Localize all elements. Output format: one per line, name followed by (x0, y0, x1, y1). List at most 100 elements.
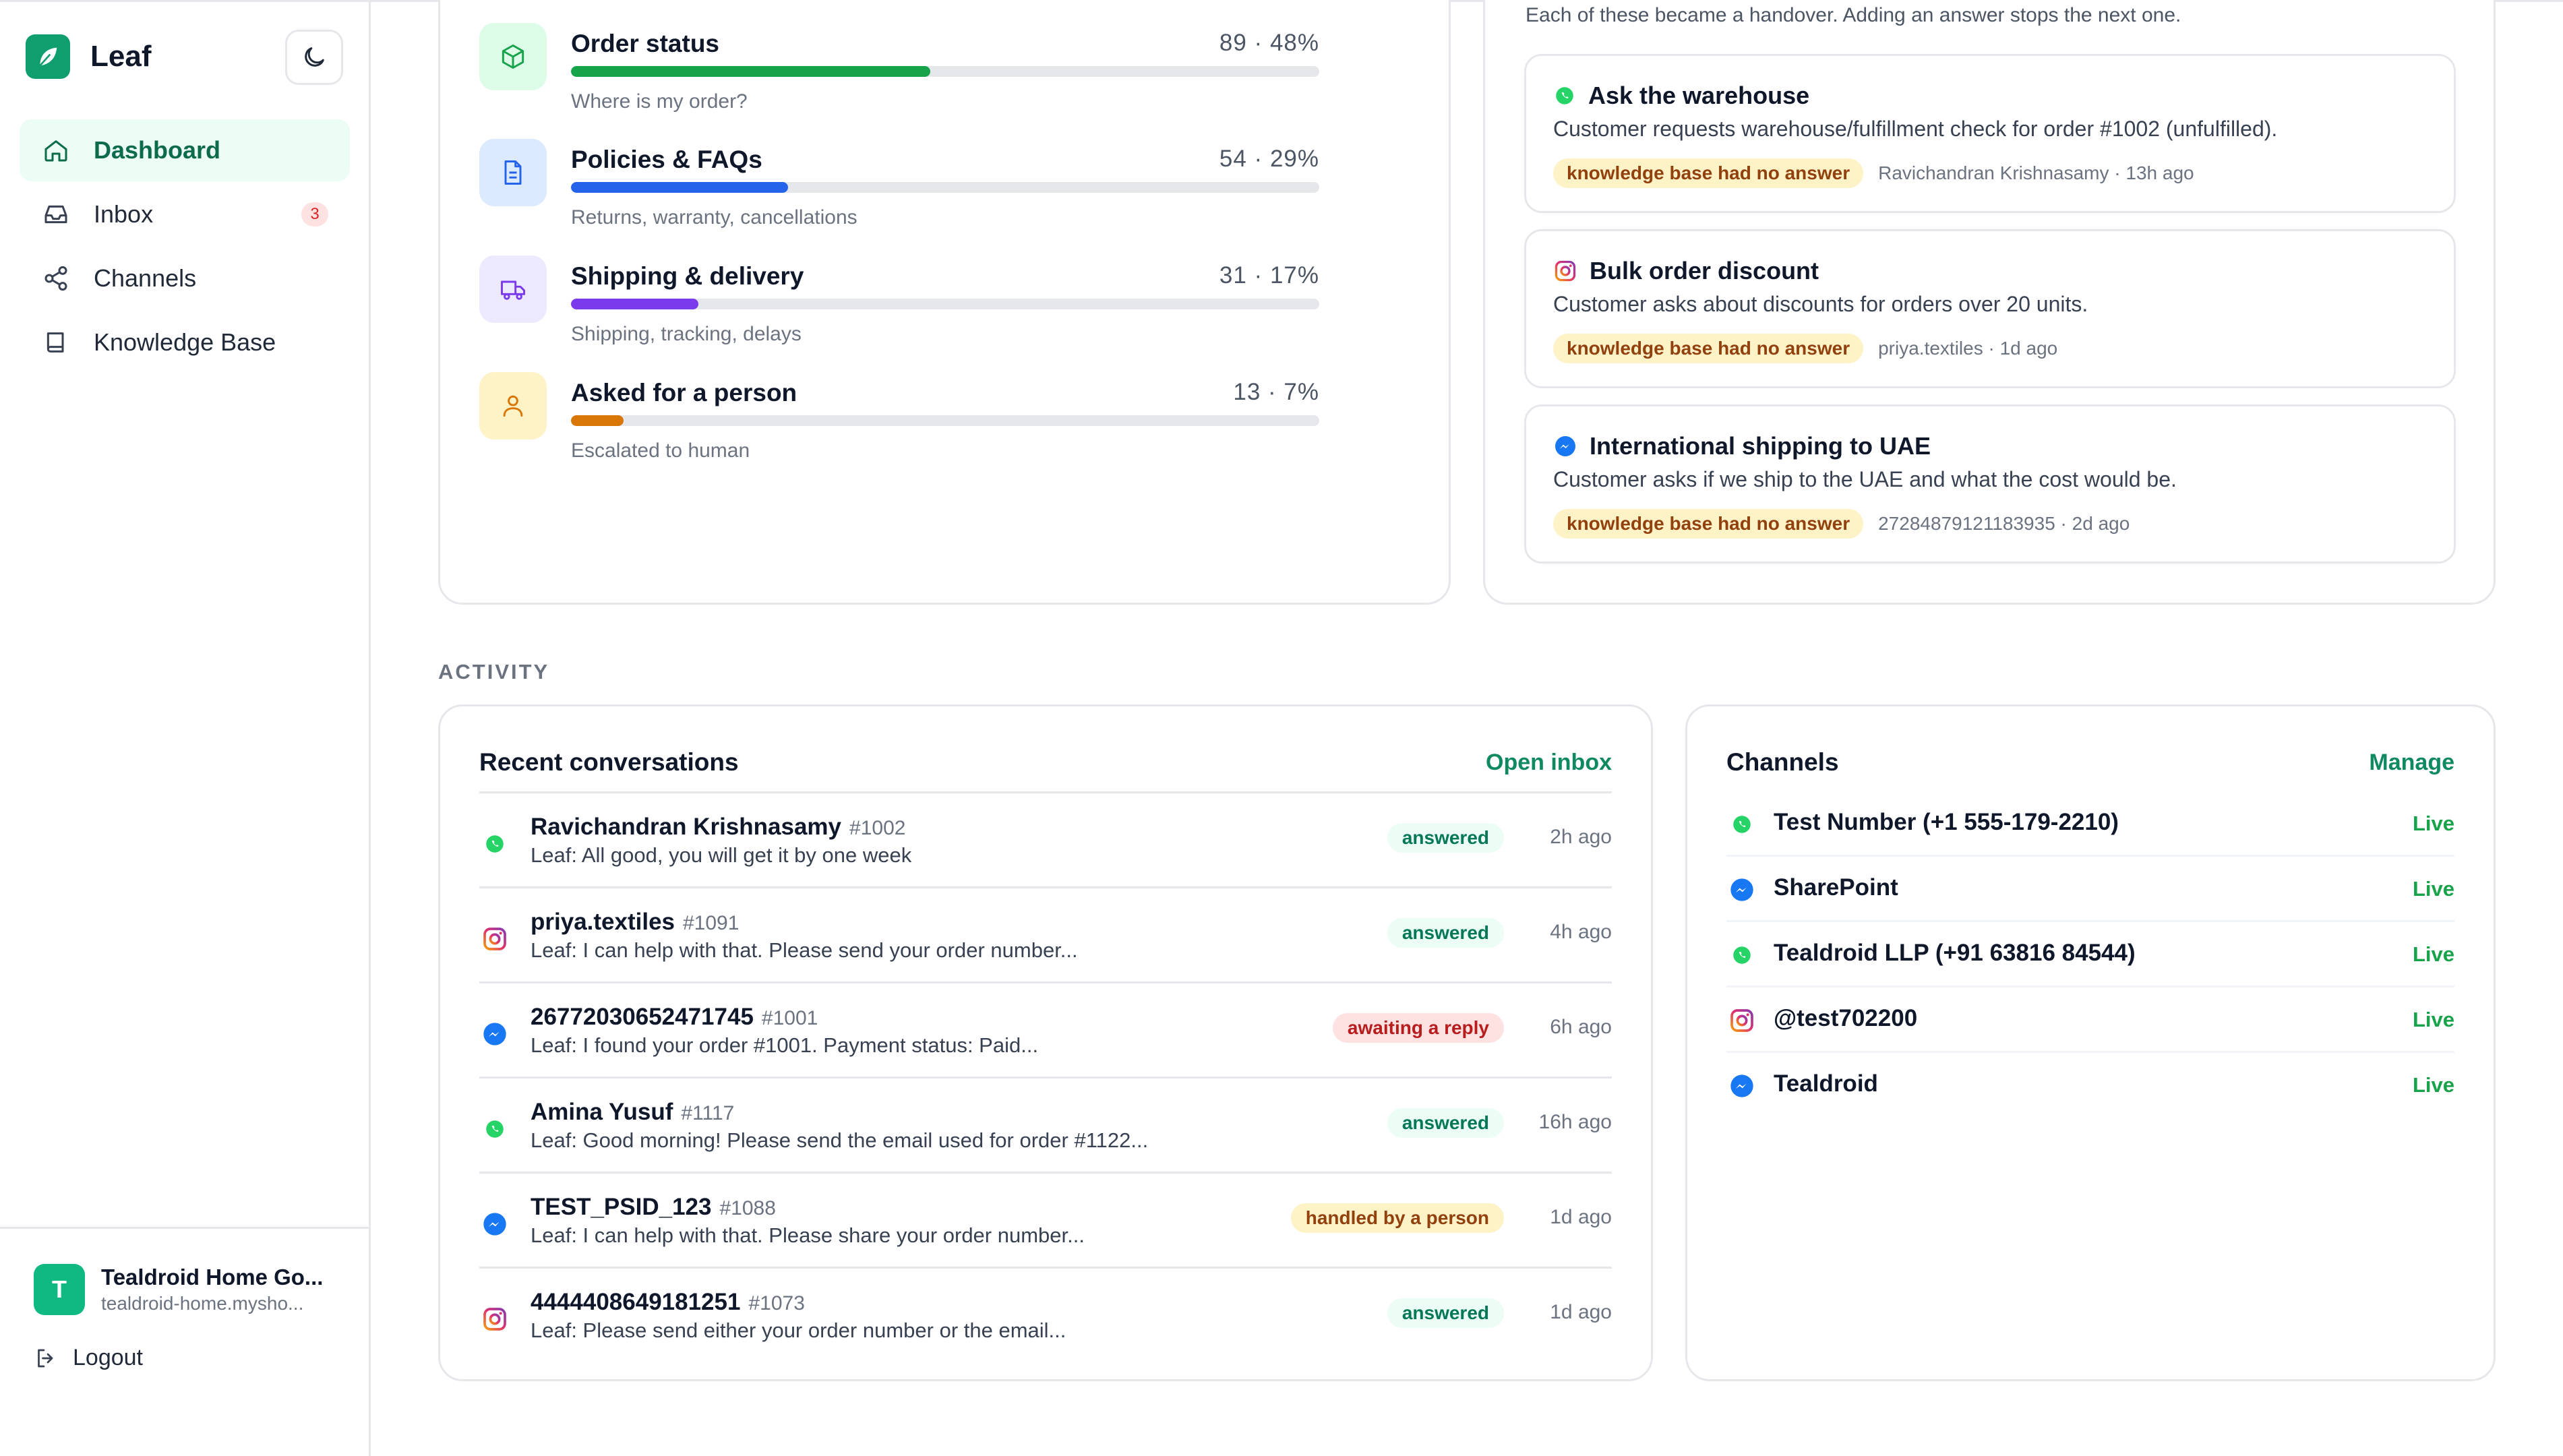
sidebar-nav: Dashboard Inbox 3 Channels Knowledge Bas… (20, 119, 350, 375)
conversation-row[interactable]: priya.textiles #1091 Leaf: I can help with… (479, 886, 1612, 981)
moon-icon (305, 47, 324, 67)
whatsapp-icon (1726, 809, 1757, 840)
conversation-time: 1d ago (1550, 1301, 1612, 1323)
channel-row[interactable]: @test702200 Live (1726, 988, 2454, 1053)
conversation-customer: 4444408649181251 #1073 (531, 1289, 805, 1316)
recent-conversations-card: Recent conversations Open inbox Ravichan… (438, 704, 1653, 1381)
status-badge: answered (1387, 1108, 1504, 1138)
card-title: Recent conversations (479, 748, 739, 776)
conversation-preview: Leaf: I found your order #1001. Payment … (531, 1033, 1039, 1057)
conversation-customer: Amina Yusuf #1117 (531, 1099, 734, 1126)
conversation-time: 6h ago (1550, 1016, 1612, 1038)
share-icon (41, 264, 71, 293)
channel-name: Tealdroid (1774, 1070, 1878, 1097)
card-title: Channels (1726, 748, 1839, 776)
book-icon (41, 328, 71, 357)
conversation-row[interactable]: Amina Yusuf #1117 Leaf: Good morning! Plea… (479, 1076, 1612, 1172)
topics-card: Order status 89 · 48% Where is my order?… (438, 0, 1451, 605)
channel-name: @test702200 (1774, 1005, 1918, 1031)
conversation-list: Ravichandran Krishnasamy #1002 Leaf: All g… (479, 791, 1612, 1362)
brand[interactable]: Leaf (26, 34, 151, 79)
channel-row[interactable]: Test Number (+1 555-179-2210) Live (1726, 791, 2454, 857)
order-number: #1091 (683, 912, 740, 934)
topic-progress-bar (571, 415, 1319, 426)
conversation-preview: Leaf: I can help with that. Please share… (531, 1223, 1085, 1247)
store-name: Tealdroid Home Go... (101, 1265, 324, 1290)
handover-reason-badge: knowledge base had no answer (1553, 509, 1864, 539)
handover-intro: Each of these became a handover. Adding … (1526, 4, 2181, 26)
conversation-preview: Leaf: All good, you will get it by one w… (531, 843, 912, 867)
channel-status: Live (2412, 1008, 2454, 1031)
conversation-row[interactable]: 26772030652471745 #1001 Leaf: I found your… (479, 981, 1612, 1076)
instagram-icon (1555, 260, 1576, 282)
handover-item[interactable]: Ask the warehouse Customer requests ware… (1524, 54, 2456, 213)
topic-progress-fill (571, 182, 788, 193)
messenger-icon (1726, 1070, 1757, 1101)
conversation-row[interactable]: TEST_PSID_123 #1088 Leaf: I can help with … (479, 1172, 1612, 1267)
channel-row[interactable]: Tealdroid Live (1726, 1053, 2454, 1118)
handover-reason-badge: knowledge base had no answer (1553, 158, 1864, 188)
topic-subtitle: Shipping, tracking, delays (571, 323, 802, 345)
sidebar-item-label: Channels (94, 264, 197, 292)
topic-row[interactable]: Shipping & delivery 31 · 17% Shipping, t… (479, 255, 1319, 350)
channel-list: Test Number (+1 555-179-2210) Live SharePo… (1726, 791, 2454, 1118)
channel-row[interactable]: Tealdroid LLP (+91 63816 84544) Live (1726, 922, 2454, 988)
topic-count: 89 · 48% (1219, 30, 1319, 56)
handover-title: International shipping to UAE (1590, 432, 1931, 460)
topic-subtitle: Escalated to human (571, 439, 750, 462)
open-inbox-link[interactable]: Open inbox (1486, 750, 1612, 776)
conversation-row[interactable]: Ravichandran Krishnasamy #1002 Leaf: All g… (479, 791, 1612, 886)
inbox-count-badge: 3 (301, 202, 328, 226)
topic-subtitle: Where is my order? (571, 90, 748, 113)
topic-progress-fill (571, 66, 930, 77)
store-domain: tealdroid-home.mysho... (101, 1293, 304, 1314)
conversation-preview: Leaf: Good morning! Please send the emai… (531, 1128, 1149, 1152)
handover-item[interactable]: International shipping to UAE Customer a… (1524, 404, 2456, 564)
customer-name: Amina Yusuf (531, 1099, 673, 1125)
person-icon (479, 372, 547, 439)
topic-progress-bar (571, 299, 1319, 309)
logout-icon (38, 1349, 53, 1367)
status-badge: answered (1387, 1298, 1504, 1328)
handover-description: Customer asks about discounts for orders… (1553, 292, 2088, 316)
sidebar-item-dashboard[interactable]: Dashboard (20, 119, 350, 181)
sidebar-item-channels[interactable]: Channels (20, 247, 350, 309)
conversation-row[interactable]: 4444408649181251 #1073 Leaf: Please send e… (479, 1267, 1612, 1362)
channel-name: SharePoint (1774, 874, 1898, 901)
handover-meta: Ravichandran Krishnasamy · 13h ago (1878, 162, 2194, 183)
leaf-logo-icon (26, 34, 70, 79)
avatar: T (34, 1264, 85, 1315)
topic-count: 54 · 29% (1219, 146, 1319, 172)
sidebar-item-inbox[interactable]: Inbox 3 (20, 183, 350, 245)
channel-status: Live (2412, 942, 2454, 966)
handover-title: Bulk order discount (1590, 257, 1819, 284)
messenger-icon (479, 1209, 510, 1240)
account-switcher[interactable]: T Tealdroid Home Go... tealdroid-home.my… (34, 1264, 323, 1315)
channel-row[interactable]: SharePoint Live (1726, 857, 2454, 922)
channel-name: Tealdroid LLP (+91 63816 84544) (1774, 940, 2136, 966)
channels-card: Channels Manage Test Number (+1 555-179-… (1685, 704, 2496, 1381)
handover-item[interactable]: Bulk order discount Customer asks about … (1524, 229, 2456, 388)
order-number: #1001 (761, 1007, 818, 1029)
inbox-icon (41, 200, 71, 229)
logout-button[interactable]: Logout (34, 1345, 143, 1371)
status-badge: awaiting a reply (1332, 1013, 1504, 1043)
sidebar-item-label: Knowledge Base (94, 328, 276, 356)
order-number: #1088 (719, 1197, 776, 1219)
whatsapp-icon (479, 1114, 510, 1145)
order-number: #1073 (748, 1292, 805, 1314)
order-number: #1002 (849, 817, 906, 839)
topic-row[interactable]: Order status 89 · 48% Where is my order? (479, 23, 1319, 117)
sidebar-item-knowledge-base[interactable]: Knowledge Base (20, 311, 350, 373)
sidebar-item-label: Inbox (94, 200, 154, 228)
topic-row[interactable]: Asked for a person 13 · 7% Escalated to … (479, 372, 1319, 466)
manage-channels-link[interactable]: Manage (2369, 750, 2454, 776)
sidebar-footer: T Tealdroid Home Go... tealdroid-home.my… (0, 1227, 369, 1456)
topic-row[interactable]: Policies & FAQs 54 · 29% Returns, warran… (479, 139, 1319, 233)
instagram-icon (1726, 1005, 1757, 1036)
messenger-icon (479, 1019, 510, 1050)
theme-toggle-button[interactable] (285, 30, 343, 85)
conversation-customer: 26772030652471745 #1001 (531, 1004, 818, 1031)
messenger-icon (1555, 436, 1575, 456)
truck-icon (479, 255, 547, 323)
